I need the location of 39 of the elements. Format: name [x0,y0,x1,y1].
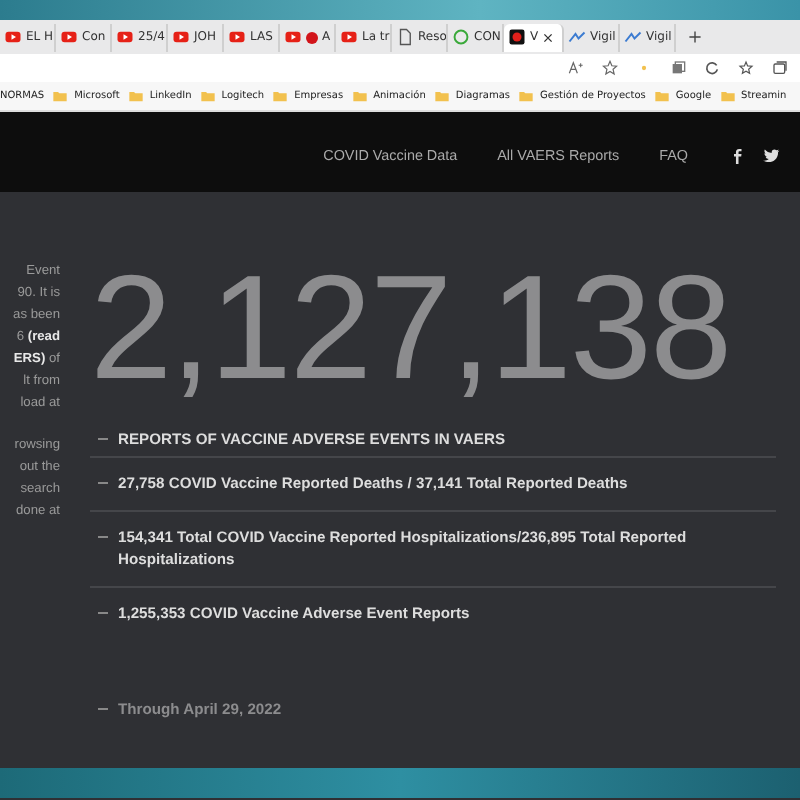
dash-icon [98,708,108,710]
favorites-icon[interactable] [738,60,754,76]
favorite-icon[interactable] [602,60,618,76]
dash-icon [98,438,108,440]
youtube-icon [4,28,22,46]
youtube-icon [284,28,302,46]
new-tab-icon[interactable] [688,30,702,44]
dash-icon [98,482,108,484]
folder-icon [199,88,216,104]
folder-icon [52,88,69,104]
close-icon[interactable] [542,31,555,43]
read-aloud-icon[interactable] [568,60,584,76]
folder-icon [518,88,534,104]
wave-icon [568,28,586,46]
facebook-icon[interactable] [728,145,746,163]
folder-icon [719,88,736,104]
chat-icon [452,28,470,46]
folder-icon [272,88,289,104]
folder-icon [351,88,368,104]
page-icon [396,28,414,46]
dash-icon [98,612,108,614]
record-icon [508,28,526,46]
youtube-icon [60,28,78,46]
folder-icon [433,88,450,104]
youtube-icon [172,28,190,46]
dash-icon [98,536,108,538]
youtube-icon [116,28,134,46]
twitter-icon[interactable] [762,145,780,163]
wave-icon [624,28,642,46]
refresh-icon[interactable] [704,60,720,76]
dot-icon[interactable] [636,60,652,76]
collections-icon[interactable] [670,60,686,76]
total-count: 2,127,138 [90,244,731,412]
folder-icon [127,88,144,104]
folder-icon [653,88,670,104]
dot-icon [306,31,318,43]
youtube-icon [228,28,246,46]
collections-icon[interactable] [772,60,788,76]
youtube-icon [340,28,358,46]
